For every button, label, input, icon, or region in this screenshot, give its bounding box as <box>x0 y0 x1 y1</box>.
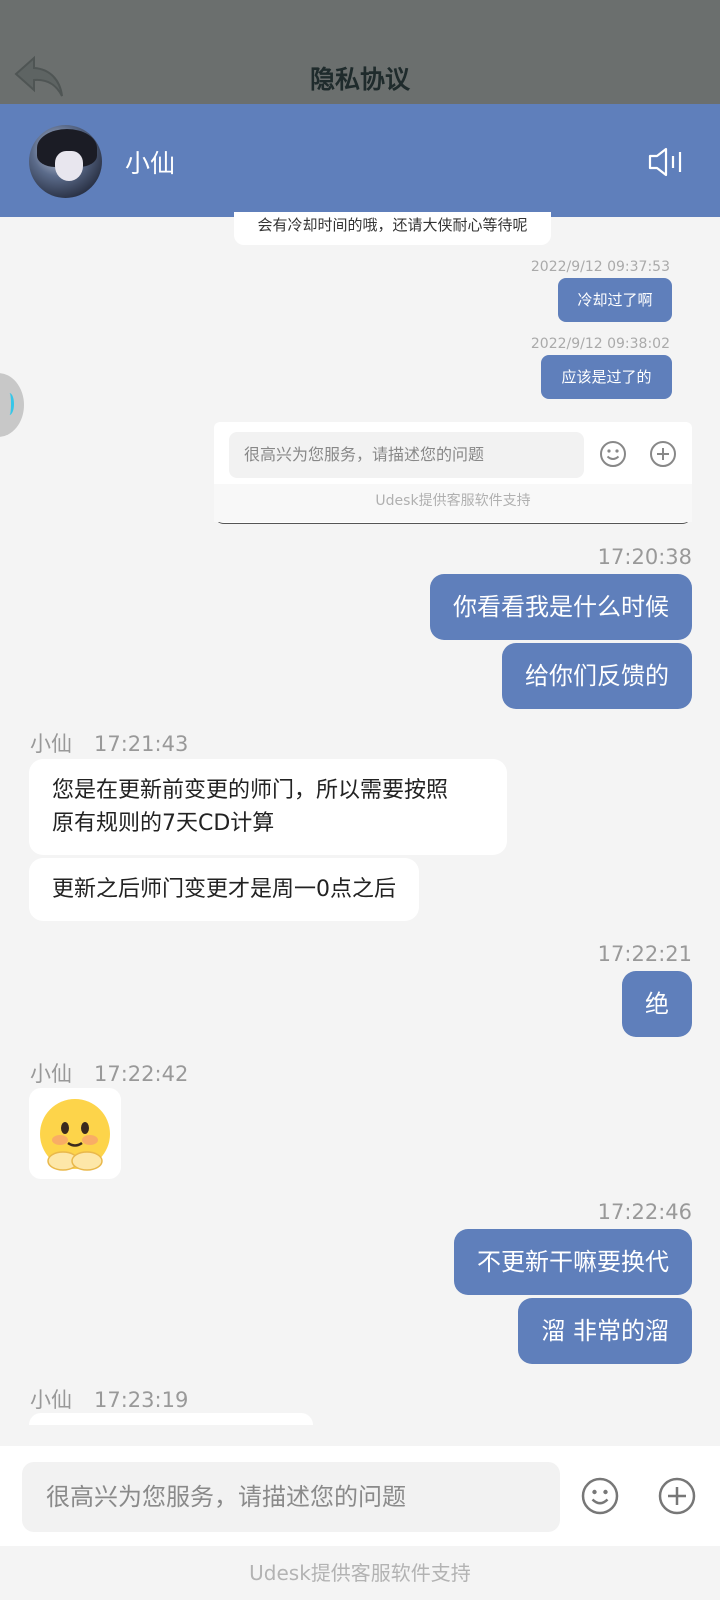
nested-input-area: 很高兴为您服务，请描述您的问题 Udesk提供客服软件支持 <box>214 422 692 524</box>
nested-footer: Udesk提供客服软件支持 <box>214 484 692 522</box>
message-line: 原有规则的7天CD计算 <box>52 811 275 836</box>
sender-name: 小仙 <box>30 1388 72 1412</box>
sent-message[interactable]: 你看看我是什么时候 <box>430 574 692 640</box>
nested-sent-bubble: 冷却过了啊 <box>558 278 672 322</box>
sender-line: 小仙 17:23:19 <box>30 1384 188 1414</box>
sent-message[interactable]: 溜 非常的溜 <box>518 1298 692 1364</box>
message-timestamp: 17:20:38 <box>597 545 692 569</box>
sender-line: 小仙 17:22:42 <box>30 1058 188 1088</box>
agent-name: 小仙 <box>125 149 176 178</box>
message-timestamp: 17:22:42 <box>94 1062 189 1086</box>
sticker-message[interactable] <box>29 1088 121 1179</box>
plus-icon <box>650 441 676 467</box>
blushing-emoji-sticker-icon <box>40 1099 110 1171</box>
message-timestamp: 17:21:43 <box>94 732 189 756</box>
message-timestamp: 17:23:19 <box>94 1388 189 1412</box>
received-message[interactable]: 更新之后师门变更才是周一0点之后 <box>29 858 419 921</box>
message-input[interactable]: 很高兴为您服务，请描述您的问题 <box>22 1462 560 1532</box>
chat-header: 小仙 <box>0 104 720 217</box>
message-timestamp: 17:22:46 <box>597 1200 692 1224</box>
nested-input-field: 很高兴为您服务，请描述您的问题 <box>229 432 584 478</box>
sender-name: 小仙 <box>30 732 72 756</box>
received-message[interactable] <box>29 1413 313 1425</box>
message-timestamp: 17:22:21 <box>597 942 692 966</box>
sent-message[interactable]: 不更新干嘛要换代 <box>454 1229 692 1295</box>
smiley-icon <box>600 441 626 467</box>
floating-side-handle[interactable] <box>0 373 24 437</box>
speaker-icon[interactable] <box>648 146 684 178</box>
nested-sent-bubble: 应该是过了的 <box>541 355 672 399</box>
emoji-icon[interactable] <box>580 1476 620 1516</box>
message-line: 您是在更新前变更的师门，所以需要按照 <box>52 778 449 803</box>
plus-icon[interactable] <box>657 1476 697 1516</box>
received-message[interactable]: 您是在更新前变更的师门，所以需要按照 原有规则的7天CD计算 <box>29 759 507 855</box>
sender-name: 小仙 <box>30 1062 72 1086</box>
sent-message[interactable]: 给你们反馈的 <box>502 643 692 709</box>
input-bar: 很高兴为您服务，请描述您的问题 <box>0 1446 720 1546</box>
sent-message[interactable]: 绝 <box>622 971 692 1037</box>
agent-avatar[interactable] <box>29 125 102 198</box>
nested-timestamp: 2022/9/12 09:38:02 <box>530 336 670 352</box>
nested-received-bubble: 会有冷却时间的哦，还请大侠耐心等待呢 <box>234 212 551 245</box>
sender-line: 小仙 17:21:43 <box>30 728 188 758</box>
nested-timestamp: 2022/9/12 09:37:53 <box>530 259 670 275</box>
page-title: 隐私协议 <box>309 65 410 94</box>
powered-by-footer: Udesk提供客服软件支持 <box>0 1546 720 1600</box>
underlying-app-bar: 隐私协议 <box>0 0 720 104</box>
